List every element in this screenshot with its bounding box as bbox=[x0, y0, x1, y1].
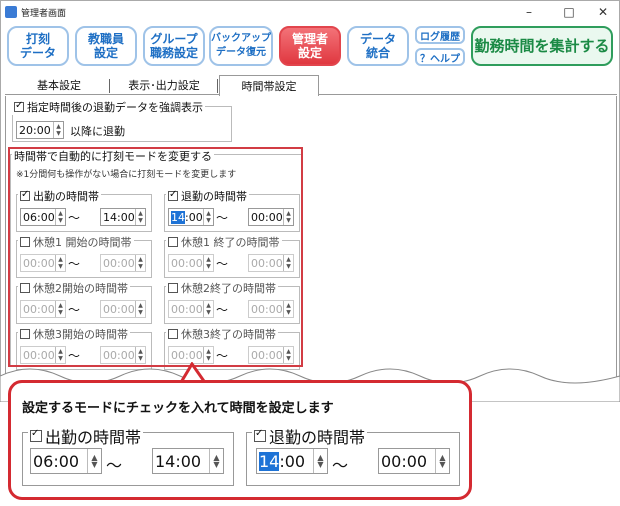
window-title: 管理者画面 bbox=[21, 8, 67, 19]
tilde: 〜 bbox=[332, 456, 349, 475]
maximize-button[interactable]: □ bbox=[551, 1, 587, 23]
callout-arrive-label: 出勤の時間帯 bbox=[28, 424, 144, 448]
close-button[interactable]: ✕ bbox=[585, 1, 620, 23]
callout-arrive-from[interactable]: 06:00 ▲ ▼ bbox=[30, 448, 102, 474]
checkbox-icon bbox=[14, 100, 24, 112]
emphasis-label: 指定時間後の退勤データを強調表示 bbox=[27, 101, 203, 114]
spinner-arrows-icon[interactable]: ▲ ▼ bbox=[209, 449, 223, 473]
spinner-arrows-icon[interactable]: ▲ ▼ bbox=[53, 122, 63, 138]
highlight-box bbox=[8, 147, 303, 367]
callout-leave-to[interactable]: 00:00 ▲ ▼ bbox=[378, 448, 450, 474]
spinner-arrows-icon[interactable]: ▲ ▼ bbox=[313, 449, 327, 473]
ribbon: 打刻 データ 教職員 設定 グループ 職務設定 バックアップ データ復元 管理者… bbox=[1, 23, 619, 73]
time-value: 14:00 bbox=[155, 451, 202, 471]
tab-bar: 基本設定 表示･出力設定 時間帯設定 bbox=[5, 75, 617, 96]
time-minutes: :00 bbox=[279, 451, 306, 471]
admin-settings-button[interactable]: 管理者 設定 bbox=[279, 26, 341, 66]
tab-divider bbox=[217, 79, 218, 93]
callout-arrive-to[interactable]: 14:00 ▲ ▼ bbox=[152, 448, 224, 474]
help-button[interactable]: ？ヘルプ bbox=[415, 48, 465, 66]
callout-arrive-text: 出勤の時間帯 bbox=[45, 428, 142, 447]
callout-leave-from[interactable]: 14:00 ▲ ▼ bbox=[256, 448, 328, 474]
minimize-button[interactable]: – bbox=[511, 1, 547, 23]
checkbox-icon bbox=[254, 428, 266, 442]
selected-hours: 14 bbox=[259, 451, 280, 471]
tilde: 〜 bbox=[106, 456, 123, 475]
emphasis-time-value: 20:00 bbox=[19, 123, 51, 137]
tab-display-output[interactable]: 表示･出力設定 bbox=[111, 75, 217, 95]
checkbox-icon bbox=[30, 428, 42, 442]
backup-restore-button[interactable]: バックアップ データ復元 bbox=[209, 26, 273, 66]
app-icon bbox=[5, 6, 17, 18]
spinner-arrows-icon[interactable]: ▲ ▼ bbox=[435, 449, 449, 473]
group-settings-button[interactable]: グループ 職務設定 bbox=[143, 26, 205, 66]
spinner-arrows-icon[interactable]: ▲ ▼ bbox=[87, 449, 101, 473]
tab-time-settings[interactable]: 時間帯設定 bbox=[219, 75, 319, 96]
staff-settings-button[interactable]: 教職員 設定 bbox=[75, 26, 137, 66]
tab-basic[interactable]: 基本設定 bbox=[9, 75, 109, 95]
app-window: 管理者画面 – □ ✕ 打刻 データ 教職員 設定 グループ 職務設定 バックア… bbox=[0, 0, 620, 400]
punch-data-button[interactable]: 打刻 データ bbox=[7, 26, 69, 66]
log-history-button[interactable]: ログ履歴 bbox=[415, 26, 465, 44]
callout-title: 設定するモードにチェックを入れて時間を設定します bbox=[22, 401, 334, 416]
emphasis-checkbox[interactable]: 指定時間後の退勤データを強調表示 bbox=[12, 99, 205, 115]
time-value: 06:00 bbox=[33, 451, 80, 471]
callout-leave-label: 退勤の時間帯 bbox=[252, 424, 368, 448]
tab-divider bbox=[109, 79, 110, 93]
aggregate-hours-button[interactable]: 勤務時間を集計する bbox=[471, 26, 613, 66]
callout-leave-text: 退勤の時間帯 bbox=[269, 428, 366, 447]
time-value: 00:00 bbox=[381, 451, 428, 471]
data-merge-button[interactable]: データ 統合 bbox=[347, 26, 409, 66]
emphasis-time-spinner[interactable]: 20:00 ▲ ▼ bbox=[16, 121, 64, 139]
emphasis-suffix: 以降に退勤 bbox=[70, 125, 125, 138]
